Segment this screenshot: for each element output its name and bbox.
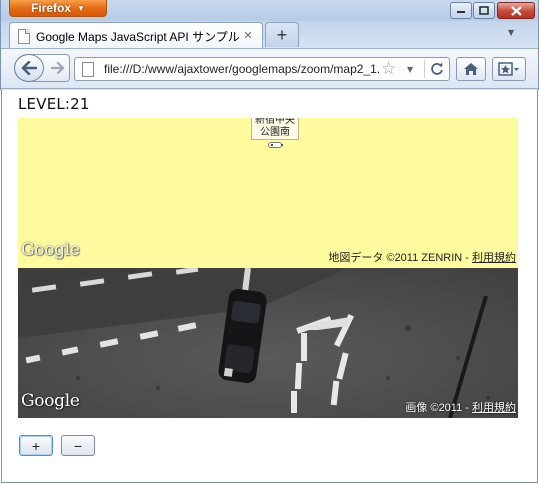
chevron-down-icon: ▼: [77, 3, 85, 13]
satellite-view[interactable]: Google 画像 ©2011 - 利用規約: [18, 268, 518, 418]
firefox-menu-button[interactable]: Firefox ▼: [9, 0, 107, 17]
urlbar-divider: [424, 60, 425, 78]
forward-arrow-icon: [51, 62, 65, 74]
map-attribution: 地図データ ©2011 ZENRIN - 利用規約: [328, 249, 516, 265]
terms-link[interactable]: 利用規約: [472, 252, 516, 264]
tab-title: Google Maps JavaScript API サンプル: [36, 29, 240, 44]
navigation-toolbar: file:///D:/www/ajaxtower/googlemaps/zoom…: [1, 48, 538, 89]
close-tab-icon[interactable]: ✕: [242, 30, 254, 42]
imagery-attribution: 画像 ©2011 - 利用規約: [405, 399, 516, 415]
google-logo[interactable]: Google: [21, 391, 80, 411]
zoom-in-button[interactable]: +: [19, 435, 53, 456]
aerial-imagery: [18, 268, 518, 418]
zoom-out-button[interactable]: −: [61, 435, 95, 456]
tab-list-chevron-icon[interactable]: ▼: [508, 28, 514, 37]
forward-button[interactable]: [49, 60, 67, 76]
attribution-text: 地図データ ©2011 ZENRIN -: [328, 252, 472, 264]
bookmarks-button[interactable]: [492, 57, 526, 81]
page-icon: [82, 62, 94, 77]
star-icon[interactable]: ☆: [381, 59, 396, 79]
station-label-line2: 公園南: [260, 127, 290, 138]
google-logo[interactable]: Google: [21, 240, 80, 260]
maximize-icon: [479, 6, 489, 15]
reload-icon: [431, 62, 443, 75]
page-content: LEVEL:21 新宿中央 公園南 Google 地図データ ©2011 ZEN…: [1, 90, 538, 483]
firefox-menu-label: Firefox: [31, 1, 72, 15]
back-arrow-icon: [21, 61, 37, 75]
minimize-icon: [457, 10, 465, 13]
home-button[interactable]: [456, 57, 486, 81]
history-dropdown-icon[interactable]: ▼: [407, 65, 413, 74]
address-bar[interactable]: file:///D:/www/ajaxtower/googlemaps/zoom…: [74, 57, 450, 81]
back-forward-group: [14, 54, 70, 82]
home-icon: [464, 63, 478, 75]
attribution-text: 画像 ©2011 -: [405, 402, 472, 414]
reload-button[interactable]: [428, 60, 446, 78]
station-label: 新宿中央 公園南: [251, 118, 299, 140]
station-marker-icon: [268, 142, 283, 148]
zoom-level-label: LEVEL:21: [18, 95, 90, 113]
maximize-button[interactable]: [473, 2, 495, 19]
close-window-button[interactable]: [497, 2, 535, 19]
back-button[interactable]: [14, 54, 44, 82]
new-tab-button[interactable]: +: [265, 22, 299, 47]
terms-link[interactable]: 利用規約: [472, 402, 516, 414]
browser-chrome: Firefox ▼ Google Maps JavaScript API サンプ…: [0, 0, 539, 90]
url-input[interactable]: file:///D:/www/ajaxtower/googlemaps/zoom…: [104, 62, 379, 76]
roadmap-view[interactable]: 新宿中央 公園南 Google 地図データ ©2011 ZENRIN - 利用規…: [18, 118, 518, 268]
minimize-button[interactable]: [450, 2, 472, 19]
station-label-line1: 新宿中央: [255, 118, 295, 126]
bookmarks-icon: [498, 62, 519, 76]
tab-active[interactable]: Google Maps JavaScript API サンプル ✕: [9, 22, 263, 49]
close-icon: [510, 5, 522, 16]
page-icon: [18, 28, 30, 44]
